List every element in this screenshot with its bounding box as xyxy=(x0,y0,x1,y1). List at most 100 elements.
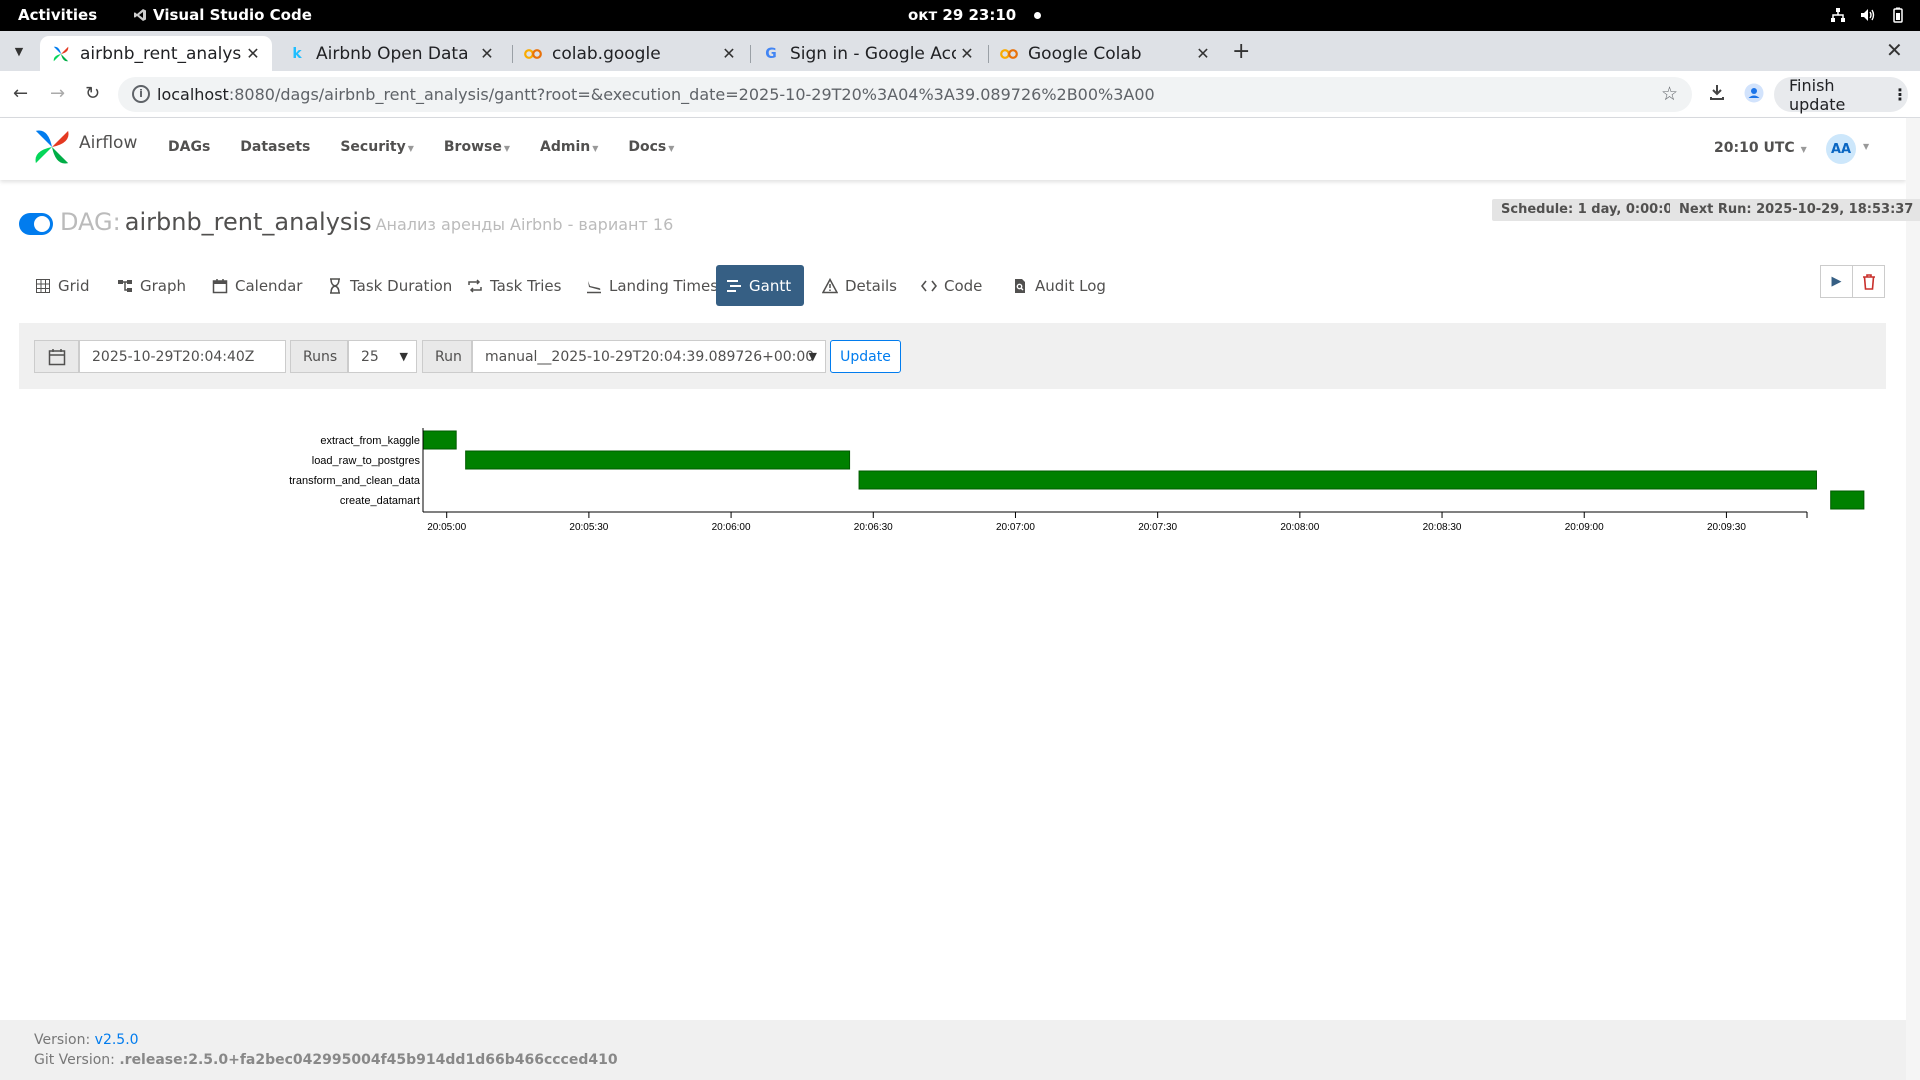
gantt-x-tick-label: 20:06:30 xyxy=(854,522,893,533)
tab-landing-times[interactable]: Landing Times xyxy=(576,265,728,306)
close-tab-icon[interactable]: ✕ xyxy=(1192,44,1214,63)
browser-toolbar: ← → ↻ i localhost:8080/dags/airbnb_rent_… xyxy=(0,71,1920,118)
download-icon[interactable] xyxy=(1708,83,1726,106)
date-picker-button[interactable] xyxy=(34,340,79,373)
git-version-value: .release:2.5.0+fa2bec042995004f45b914dd1… xyxy=(119,1052,618,1068)
num-runs-select[interactable]: 25 ▼ xyxy=(348,340,417,373)
dag-title: DAG: airbnb_rent_analysis Анализ аренды Ai… xyxy=(60,208,673,236)
code-icon xyxy=(921,280,937,291)
num-runs-value: 25 xyxy=(361,348,379,365)
time-label: 20:10 UTC xyxy=(1714,140,1795,156)
tab-task-tries[interactable]: Task Tries xyxy=(457,265,571,306)
version-link[interactable]: v2.5.0 xyxy=(95,1032,139,1048)
git-version-label: Git Version: xyxy=(34,1052,115,1068)
gantt-x-tick-label: 20:09:00 xyxy=(1565,522,1604,533)
close-tab-icon[interactable]: ✕ xyxy=(956,44,978,63)
tab-audit-log[interactable]: Audit Log xyxy=(1002,265,1116,306)
gantt-task-bar[interactable] xyxy=(858,470,1817,490)
gantt-chart: extract_from_kaggle load_raw_to_postgrest… xyxy=(289,428,1865,533)
menu-admin[interactable]: Admin ▼ xyxy=(540,139,598,155)
run-label: Run xyxy=(422,340,472,373)
airflow-wordmark: Airflow xyxy=(79,133,138,153)
activities-button[interactable]: Activities xyxy=(18,6,97,24)
gantt-task-label: load_raw_to_postgres xyxy=(312,455,421,467)
close-tab-icon[interactable]: ✕ xyxy=(718,44,740,63)
warning-icon xyxy=(822,277,838,293)
tab-calendar[interactable]: Calendar xyxy=(202,265,312,306)
gantt-x-tick-label: 20:08:00 xyxy=(1280,522,1319,533)
page-scrollbar[interactable] xyxy=(1906,118,1920,1080)
more-vert-icon: ⋮ xyxy=(1892,85,1908,104)
caret-down-icon: ▼ xyxy=(592,144,599,153)
dag-name: airbnb_rent_analysis xyxy=(124,208,372,236)
dag-pause-toggle[interactable] xyxy=(19,213,53,235)
app-menu[interactable]: Visual Studio Code xyxy=(133,6,312,24)
profile-icon[interactable] xyxy=(1744,83,1764,108)
browser-tab-google-signin[interactable]: G Sign in - Google Accou ✕ xyxy=(750,36,986,71)
tab-code[interactable]: Code xyxy=(911,265,992,306)
caret-down-icon[interactable]: ▼ xyxy=(1863,142,1869,151)
system-tray[interactable] xyxy=(1830,7,1906,23)
caret-down-icon: ▼ xyxy=(668,144,675,153)
menu-browse[interactable]: Browse ▼ xyxy=(444,139,510,155)
timezone-dropdown[interactable]: 20:10 UTC ▼ xyxy=(1714,140,1807,156)
address-bar[interactable]: i localhost:8080/dags/airbnb_rent_analys… xyxy=(118,77,1692,112)
tab-details[interactable]: Details xyxy=(812,265,907,306)
close-window-button[interactable]: ✕ xyxy=(1886,38,1903,62)
airflow-pinwheel-icon xyxy=(35,130,69,164)
browser-tab-kaggle[interactable]: k Airbnb Open Data ✕ xyxy=(276,36,506,71)
dag-run-select[interactable]: manual__2025-10-29T20:04:39.089726+00:00… xyxy=(472,340,826,373)
new-tab-button[interactable]: + xyxy=(1232,39,1250,64)
browser-tab-airflow[interactable]: airbnb_rent_analysis - ✕ xyxy=(40,36,272,71)
tab-label: Grid xyxy=(58,276,90,295)
menu-datasets[interactable]: Datasets xyxy=(240,139,310,155)
next-run-badge: Next Run: 2025-10-29, 18:53:37 xyxy=(1670,199,1920,221)
tab-grid[interactable]: Grid xyxy=(25,265,99,306)
update-button[interactable]: Update xyxy=(830,340,901,373)
menu-dags[interactable]: DAGs xyxy=(168,139,210,155)
chevron-down-icon: ▼ xyxy=(808,350,817,363)
finish-update-button[interactable]: Finish update ⋮ xyxy=(1774,75,1908,114)
gantt-task-bar[interactable] xyxy=(1830,490,1865,510)
delete-dag-button[interactable] xyxy=(1852,265,1885,298)
forward-button[interactable]: → xyxy=(50,83,65,104)
trigger-dag-button[interactable]: ▶ xyxy=(1820,265,1853,298)
tab-task-duration[interactable]: Task Duration xyxy=(317,265,462,306)
app-name: Visual Studio Code xyxy=(153,6,312,24)
tab-graph[interactable]: Graph xyxy=(107,265,196,306)
user-avatar[interactable]: AA xyxy=(1826,134,1856,164)
browser-tab-google-colab[interactable]: Google Colab ✕ xyxy=(988,36,1222,71)
menu-label: Browse xyxy=(443,139,502,155)
tab-title: colab.google xyxy=(552,43,661,64)
dag-run-value: manual__2025-10-29T20:04:39.089726+00:00 xyxy=(485,348,815,365)
airflow-logo[interactable]: Airflow xyxy=(33,128,137,166)
site-info-icon[interactable]: i xyxy=(132,85,150,103)
colab-icon xyxy=(1000,45,1018,63)
gantt-x-tick-label: 20:07:00 xyxy=(996,522,1035,533)
tab-label: Calendar xyxy=(235,276,303,295)
bookmark-star-icon[interactable]: ☆ xyxy=(1661,83,1678,105)
vscode-icon xyxy=(134,9,146,21)
close-tab-icon[interactable]: ✕ xyxy=(476,44,498,63)
tab-gantt[interactable]: Gantt xyxy=(716,265,804,306)
runs-label: Runs xyxy=(290,340,348,373)
reload-button[interactable]: ↻ xyxy=(85,83,100,104)
gantt-task-bar[interactable] xyxy=(422,430,457,450)
menu-security[interactable]: Security ▼ xyxy=(340,139,414,155)
tab-title: Google Colab xyxy=(1028,43,1142,64)
base-date-input[interactable]: 2025-10-29T20:04:40Z xyxy=(79,340,286,373)
gantt-task-bar[interactable] xyxy=(465,450,851,470)
caret-down-icon: ▼ xyxy=(407,144,414,153)
clock[interactable]: окт 29 23:10 xyxy=(908,6,1016,24)
back-button[interactable]: ← xyxy=(13,83,28,104)
tab-search-button[interactable]: ▼ xyxy=(6,38,32,64)
url-text[interactable]: localhost:8080/dags/airbnb_rent_analysis… xyxy=(157,85,1155,104)
finish-update-label: Finish update xyxy=(1789,75,1846,114)
menu-docs[interactable]: Docs ▼ xyxy=(628,139,674,155)
google-icon: G xyxy=(765,45,777,62)
chevron-down-icon: ▼ xyxy=(399,350,408,363)
browser-tab-strip: ▼ airbnb_rent_analysis - ✕ k Airbnb Open… xyxy=(0,31,1920,71)
gantt-x-tick-label: 20:08:30 xyxy=(1423,522,1462,533)
close-tab-icon[interactable]: ✕ xyxy=(242,44,264,63)
browser-tab-colab-google[interactable]: colab.google ✕ xyxy=(512,36,748,71)
